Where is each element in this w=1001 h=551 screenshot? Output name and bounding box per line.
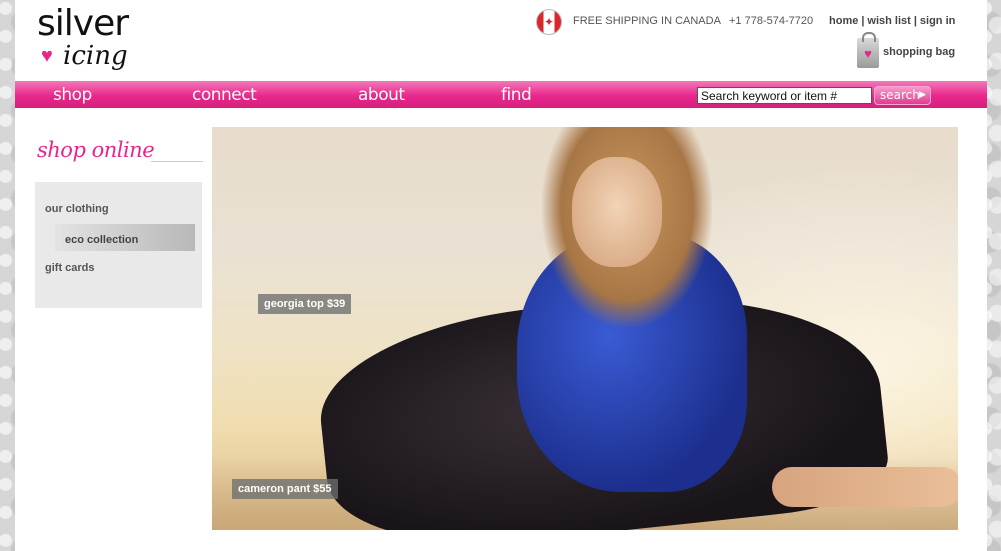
search-button-label: search — [880, 88, 920, 102]
top-links: home | wish list | sign in — [829, 15, 955, 27]
site-logo[interactable]: silver ♥ icing — [37, 6, 133, 76]
free-shipping-text: FREE SHIPPING IN CANADA — [573, 15, 721, 27]
product-tag-cameron-pant[interactable]: cameron pant $55 — [232, 479, 338, 499]
sidebar-menu: our clothing eco collection gift cards — [35, 182, 202, 308]
canada-flag-icon: ✦ — [536, 9, 562, 35]
shopping-bag-icon[interactable]: ♥ — [857, 32, 879, 68]
sidebar-item-gift-cards[interactable]: gift cards — [45, 262, 95, 274]
logo-word-icing: icing — [63, 41, 128, 71]
nav-connect[interactable]: connect — [192, 85, 257, 105]
signin-link[interactable]: sign in — [920, 15, 955, 27]
search-button[interactable]: search ▶ — [874, 86, 931, 105]
nav-about[interactable]: about — [358, 85, 405, 105]
sidebar-heading-text: shop online — [37, 138, 155, 162]
search-input[interactable] — [697, 87, 872, 104]
phone-number: +1 778-574-7720 — [729, 15, 814, 27]
shopping-bag-link[interactable]: shopping bag — [883, 46, 955, 58]
sidebar-item-eco-collection[interactable]: eco collection — [55, 224, 195, 251]
link-separator: | — [913, 15, 917, 27]
play-arrow-icon: ▶ — [919, 90, 926, 100]
logo-word-silver: silver — [37, 3, 129, 44]
wishlist-link[interactable]: wish list — [867, 15, 910, 27]
nav-find[interactable]: find — [501, 85, 532, 105]
nav-shop[interactable]: shop — [53, 85, 92, 105]
hero-image[interactable]: georgia top $39 cameron pant $55 — [212, 127, 958, 530]
home-link[interactable]: home — [829, 15, 858, 27]
product-tag-georgia-top[interactable]: georgia top $39 — [258, 294, 352, 314]
heart-icon: ♥ — [41, 45, 53, 67]
heading-divider — [151, 161, 203, 162]
sidebar-item-our-clothing[interactable]: our clothing — [45, 203, 109, 215]
page-container: silver ♥ icing ✦ FREE SHIPPING IN CANADA… — [15, 0, 987, 551]
main-nav: shop connect about find search ▶ — [15, 81, 987, 108]
shop-online-heading: shop online — [35, 138, 203, 180]
hero-leg-shape — [772, 467, 958, 507]
hero-face-shape — [572, 157, 662, 267]
